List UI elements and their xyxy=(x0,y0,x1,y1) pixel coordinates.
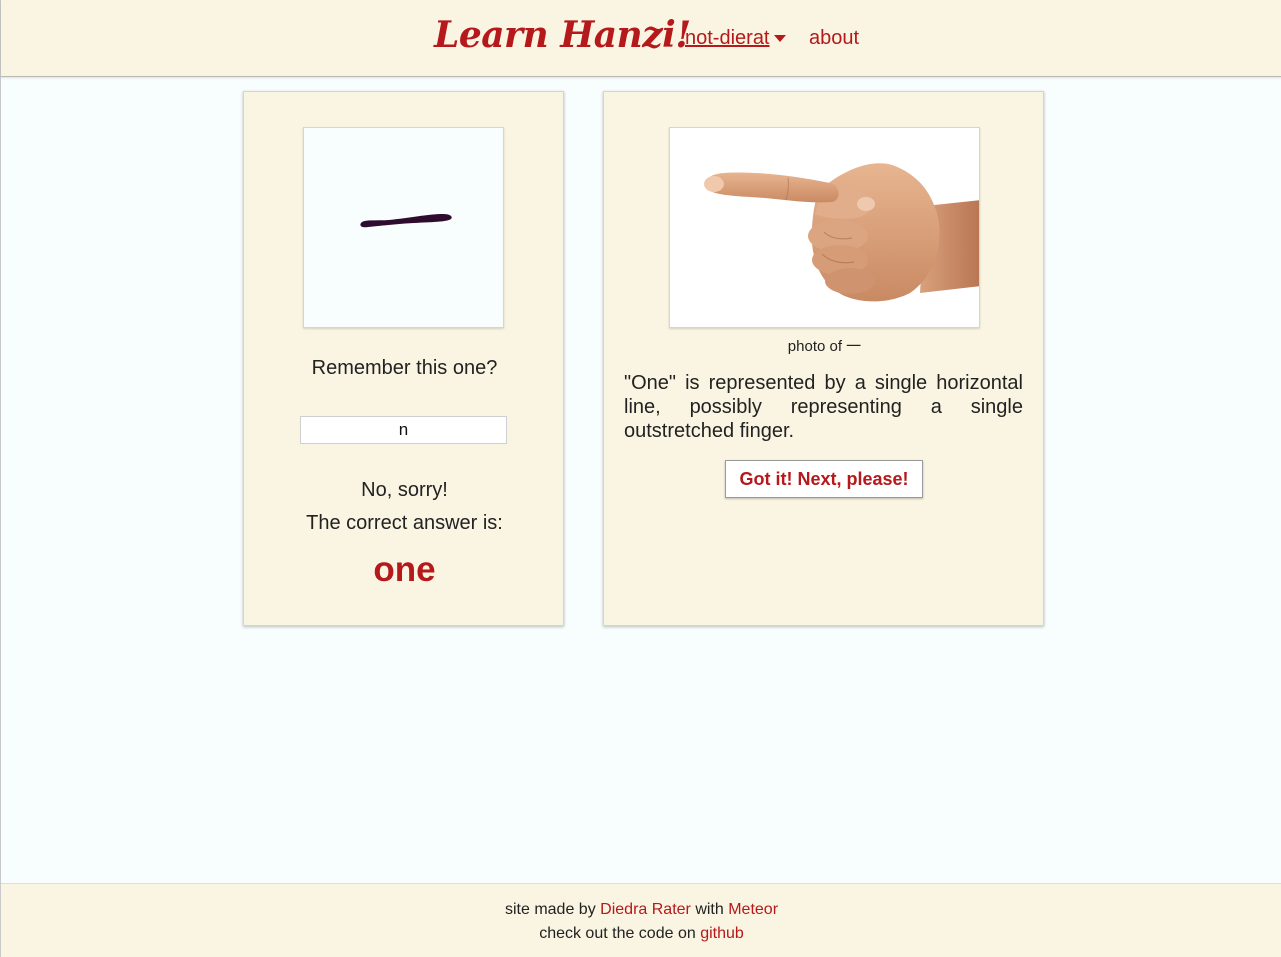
author-link[interactable]: Diedra Rater xyxy=(600,901,691,918)
caret-down-icon xyxy=(773,35,786,43)
site-logo[interactable]: Learn Hanzi! xyxy=(434,14,691,56)
quiz-card: Remember this one? No, sorry! The correc… xyxy=(243,91,564,626)
answer-input[interactable] xyxy=(300,416,507,444)
footer-credits: site made by Diedra Rater with Meteor xyxy=(1,901,1281,919)
explanation-card: photo of 一 "One" is represented by a sin… xyxy=(603,91,1044,626)
footer-with-text: with xyxy=(695,901,724,918)
photo-caption: photo of 一 xyxy=(787,338,862,355)
pointing-hand-illustration xyxy=(704,163,979,302)
hanzi-stroke-drawing xyxy=(360,214,452,228)
footer-code-text: check out the code on xyxy=(539,925,696,942)
about-link[interactable]: about xyxy=(809,27,859,50)
feedback-message: No, sorry! xyxy=(361,479,448,501)
site-footer: site made by Diedra Rater with Meteor ch… xyxy=(1,883,1281,957)
hanzi-glyph-image xyxy=(303,127,504,328)
correct-answer-value: one xyxy=(373,550,436,589)
meteor-link[interactable]: Meteor xyxy=(728,901,778,918)
github-link[interactable]: github xyxy=(700,925,744,942)
user-menu-dropdown[interactable]: not-dierat xyxy=(685,27,786,50)
footer-made-by-text: site made by xyxy=(504,901,596,918)
next-button[interactable]: Got it! Next, please! xyxy=(725,460,923,498)
footer-code: check out the code on github xyxy=(1,925,1281,943)
site-header: Learn Hanzi! not-dierat about xyxy=(1,0,1281,77)
character-explanation: "One" is represented by a single horizon… xyxy=(624,372,1023,442)
correct-answer-label: The correct answer is: xyxy=(306,512,503,534)
user-menu-label: not-dierat xyxy=(685,27,770,49)
quiz-prompt: Remember this one? xyxy=(311,357,498,379)
hand-photo xyxy=(669,127,980,328)
